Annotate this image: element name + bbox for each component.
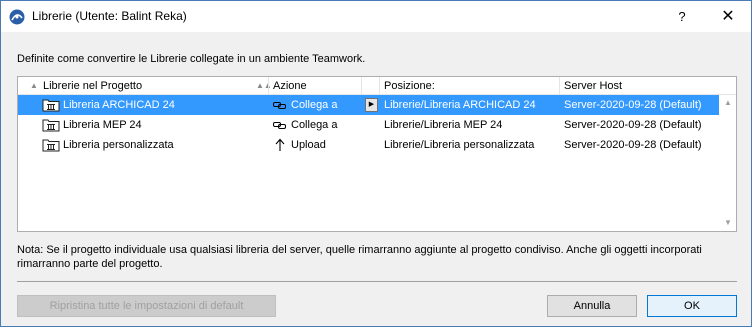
ok-button[interactable]: OK (647, 295, 737, 317)
column-divider[interactable] (361, 77, 362, 95)
column-header-library[interactable]: Librerie nel Progetto (39, 77, 142, 95)
title-bar: Librerie (Utente: Balint Reka) ? ✕ (1, 1, 751, 32)
sort-ascending-icon: ▲ (30, 81, 38, 90)
table-header: ▲ Librerie nel Progetto ▲▲ Azione Posizi… (18, 77, 736, 95)
library-name: Libreria personalizzata (63, 139, 174, 151)
close-button[interactable]: ✕ (705, 1, 751, 32)
note-text: Nota: Se il progetto individuale usa qua… (17, 244, 702, 270)
library-position: Librerie/Libreria personalizzata (384, 139, 535, 151)
archicad-app-icon (9, 9, 25, 25)
library-name: Libreria MEP 24 (63, 119, 142, 131)
library-folder-icon (42, 99, 60, 112)
divider (17, 281, 737, 282)
library-folder-icon (42, 119, 60, 132)
library-name: Libreria ARCHICAD 24 (63, 99, 175, 111)
library-server-host: Server-2020-09-28 (Default) (564, 99, 702, 111)
library-folder-icon (42, 139, 60, 152)
libraries-table: ▲ Librerie nel Progetto ▲▲ Azione Posizi… (17, 76, 737, 232)
column-header-action[interactable]: Azione (269, 77, 307, 95)
library-action[interactable]: Collega a (291, 95, 337, 115)
link-icon (273, 102, 286, 109)
library-position: Librerie/Libreria MEP 24 (384, 119, 503, 131)
upload-arrow-icon (275, 138, 285, 151)
cancel-button[interactable]: Annulla (547, 295, 637, 317)
library-server-host: Server-2020-09-28 (Default) (564, 119, 702, 131)
libraries-dialog: Librerie (Utente: Balint Reka) ? ✕ Defin… (0, 0, 752, 327)
help-button[interactable]: ? (659, 1, 705, 32)
table-row[interactable]: Libreria ARCHICAD 24 Collega a ▶ Libreri… (18, 95, 719, 115)
scroll-down-icon[interactable]: ▼ (720, 215, 736, 231)
column-header-server-host[interactable]: Server Host (560, 77, 622, 95)
window-title: Librerie (Utente: Balint Reka) (32, 9, 187, 23)
library-action[interactable]: Upload (291, 135, 326, 155)
table-row[interactable]: Libreria MEP 24 Collega a Librerie/Libre… (18, 115, 719, 135)
vertical-scrollbar[interactable]: ▲ ▼ (720, 95, 736, 231)
library-server-host: Server-2020-09-28 (Default) (564, 139, 702, 151)
library-position: Librerie/Libreria ARCHICAD 24 (384, 99, 536, 111)
column-header-position[interactable]: Posizione: (380, 77, 435, 95)
expand-arrow-button[interactable]: ▶ (365, 98, 378, 112)
link-icon (273, 122, 286, 129)
library-action[interactable]: Collega a (291, 115, 337, 135)
scroll-up-icon[interactable]: ▲ (720, 95, 736, 111)
reset-defaults-button[interactable]: Ripristina tutte le impostazioni di defa… (17, 295, 276, 317)
table-row[interactable]: Libreria personalizzata Upload Librerie/… (18, 135, 719, 155)
instruction-text: Definite come convertire le Librerie col… (17, 53, 366, 65)
